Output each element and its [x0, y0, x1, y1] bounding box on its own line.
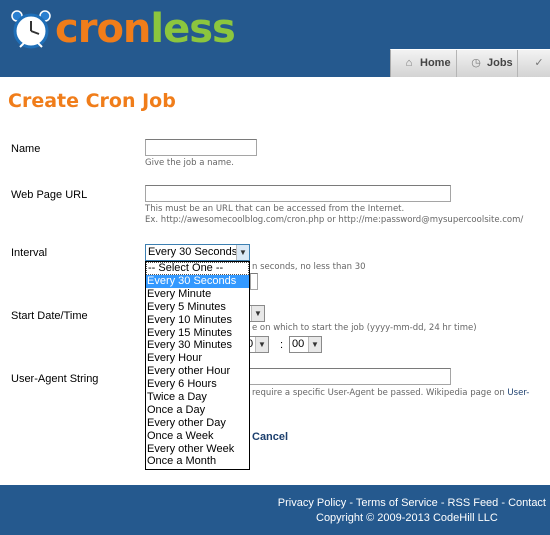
start-label: Start Date/Time [11, 310, 88, 322]
name-help: Give the job a name. [145, 158, 234, 168]
main-nav: ⌂ Home ◷ Jobs ✓ [390, 49, 550, 77]
logo-text-cron: cron [55, 6, 151, 52]
site-logo[interactable]: cronless [55, 3, 236, 55]
nav-home[interactable]: ⌂ Home [391, 50, 457, 77]
user-agent-help-text: require a specific User-Agent be passed.… [252, 388, 508, 398]
interval-option[interactable]: Every Minute [146, 288, 249, 301]
interval-help: n seconds, no less than 30 [252, 262, 366, 272]
footer-links: Privacy Policy - Terms of Service - RSS … [278, 497, 546, 509]
start-date-select[interactable]: ▼ [248, 305, 265, 322]
url-help-line1: This must be an URL that can be accessed… [145, 204, 405, 214]
interval-option[interactable]: -- Select One -- [146, 262, 249, 275]
chevron-down-icon[interactable]: ▼ [251, 306, 264, 321]
nav-jobs[interactable]: ◷ Jobs [458, 50, 518, 77]
interval-select[interactable]: Every 30 Seconds ▼ [145, 244, 250, 261]
interval-option[interactable]: Every other Hour [146, 365, 249, 378]
interval-selected-value: Every 30 Seconds [148, 246, 238, 258]
interval-seconds-input-edge[interactable] [250, 273, 258, 290]
site-footer: Privacy Policy - Terms of Service - RSS … [0, 485, 550, 535]
user-agent-label: User-Agent String [11, 373, 99, 385]
start-minute-value: 00 [292, 338, 305, 350]
alarm-clock-icon[interactable] [10, 9, 52, 53]
name-label: Name [11, 143, 41, 155]
url-input[interactable] [145, 185, 451, 202]
interval-option[interactable]: Once a Month [146, 455, 249, 468]
rss-feed-link[interactable]: RSS Feed [448, 497, 499, 509]
wikipedia-link[interactable]: User- [507, 388, 529, 398]
chevron-down-icon[interactable]: ▼ [236, 245, 249, 260]
interval-option[interactable]: Once a Week [146, 430, 249, 443]
nav-status[interactable]: ✓ [519, 50, 550, 77]
nav-jobs-label: Jobs [487, 57, 513, 69]
start-minute-select[interactable]: 00 ▼ [289, 336, 322, 353]
clock-icon: ◷ [471, 57, 481, 69]
footer-separator: - [498, 497, 509, 509]
interval-option-highlighted[interactable]: Every 30 Seconds [146, 275, 249, 288]
cancel-link[interactable]: Cancel [252, 431, 288, 443]
privacy-policy-link[interactable]: Privacy Policy [278, 497, 346, 509]
interval-option[interactable]: Every 5 Minutes [146, 301, 249, 314]
interval-option[interactable]: Every 6 Hours [146, 378, 249, 391]
contact-link[interactable]: Contact [508, 497, 546, 509]
interval-option[interactable]: Every other Day [146, 417, 249, 430]
interval-option[interactable]: Every other Week [146, 443, 249, 456]
interval-option[interactable]: Every 15 Minutes [146, 327, 249, 340]
time-separator: : [280, 339, 284, 351]
footer-separator: - [437, 497, 448, 509]
interval-option[interactable]: Every Hour [146, 352, 249, 365]
check-icon: ✓ [534, 57, 544, 69]
chevron-down-icon[interactable]: ▼ [308, 337, 321, 352]
footer-separator: - [346, 497, 356, 509]
logo-text-less: less [150, 6, 235, 52]
start-help: e on which to start the job (yyyy-mm-dd,… [252, 323, 477, 333]
interval-dropdown-list: -- Select One -- Every 30 Seconds Every … [145, 261, 250, 470]
name-input[interactable] [145, 139, 257, 156]
interval-option[interactable]: Twice a Day [146, 391, 249, 404]
user-agent-help: require a specific User-Agent be passed.… [252, 388, 529, 399]
copyright-text: Copyright © 2009-2013 CodeHill LLC [316, 512, 498, 524]
chevron-down-icon[interactable]: ▼ [255, 337, 268, 352]
url-help-line2: Ex. http://awesomecoolblog.com/cron.php … [145, 215, 524, 225]
interval-option[interactable]: Every 10 Minutes [146, 314, 249, 327]
interval-label: Interval [11, 247, 48, 259]
url-label: Web Page URL [11, 189, 88, 201]
interval-option[interactable]: Every 30 Minutes [146, 339, 249, 352]
nav-home-label: Home [420, 57, 451, 69]
terms-of-service-link[interactable]: Terms of Service [356, 497, 438, 509]
page-title: Create Cron Job [8, 90, 176, 112]
interval-option[interactable]: Once a Day [146, 404, 249, 417]
site-header: cronless ⌂ Home ◷ Jobs ✓ [0, 0, 550, 77]
home-icon: ⌂ [405, 57, 413, 69]
